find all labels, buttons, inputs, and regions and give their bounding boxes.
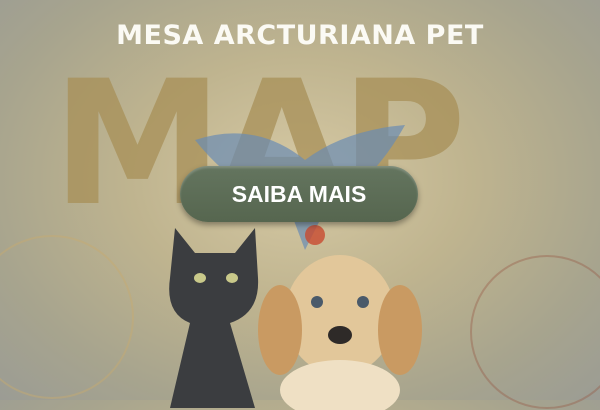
mandala-decoration [470,255,600,409]
flower-of-life-decoration [0,235,134,399]
black-cat-image [169,228,259,408]
saiba-mais-button[interactable]: SAIBA MAIS [180,166,418,222]
banner-title: MESA ARCTURIANA PET [116,20,484,51]
puppy-image [258,255,422,410]
